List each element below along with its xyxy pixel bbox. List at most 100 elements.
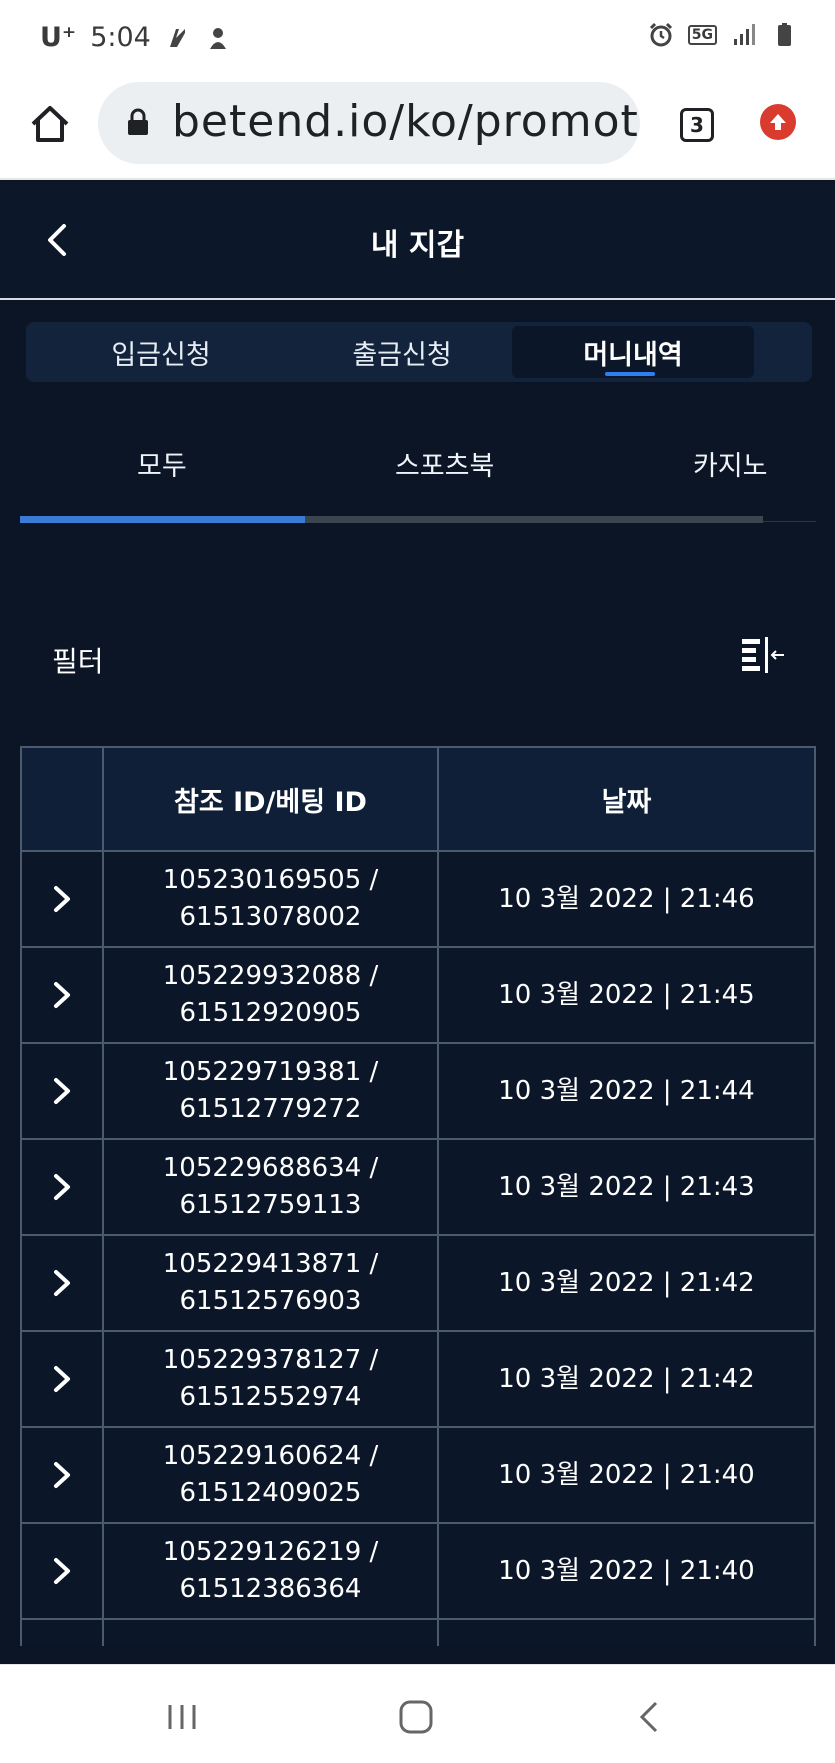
chevron-right-icon[interactable] <box>50 1076 74 1106</box>
tab-withdraw-request[interactable]: 출금신청 <box>281 326 523 378</box>
reference-id: 105229378127 / <box>162 1345 379 1375</box>
ref-id-cell: 105230169505 / 61513078002 <box>102 850 439 948</box>
table-row[interactable]: 105229160624 / 61512409025 10 3월 2022 | 21… <box>20 1426 816 1524</box>
tab-money-history[interactable]: 머니내역 <box>512 326 754 378</box>
date-cell: 10 3월 2022 | 21:43 <box>437 1138 816 1236</box>
chevron-right-icon[interactable] <box>50 1364 74 1394</box>
expand-cell[interactable] <box>20 850 104 948</box>
expand-cell[interactable] <box>20 1522 104 1620</box>
table-row[interactable]: 105229719381 / 61512779272 10 3월 2022 | 21… <box>20 1042 816 1140</box>
expand-cell[interactable] <box>20 1042 104 1140</box>
date-text: 10 3월 2022 | 21:40 <box>498 1459 755 1490</box>
back-nav-icon[interactable] <box>630 1697 670 1737</box>
ref-id-cell: 105229126219 / 61512386364 <box>102 1522 439 1620</box>
update-button[interactable] <box>760 104 796 140</box>
alarm-icon <box>649 22 672 47</box>
tab-label: 머니내역 <box>583 339 683 371</box>
page-header: 내 지갑 <box>0 182 835 300</box>
ref-id-column-header: 참조 ID/베팅 ID <box>102 746 439 852</box>
app-notification-icon <box>209 27 226 49</box>
carrier-label: U⁺ <box>40 22 77 53</box>
table-header-row: 참조 ID/베팅 ID 날짜 <box>20 746 816 852</box>
network-type-icon: 5G <box>687 25 717 45</box>
subtab-active-indicator <box>20 516 305 523</box>
date-text: 10 3월 2022 | 21:43 <box>498 1171 755 1202</box>
date-text: 10 3월 2022 | 21:42 <box>498 1267 755 1298</box>
bet-id: 61512409025 <box>179 1478 362 1508</box>
system-navigation-bar <box>0 1664 835 1763</box>
reference-id: 105229413871 / <box>162 1249 379 1279</box>
active-tab-indicator <box>605 372 655 376</box>
transaction-table-container: 참조 ID/베팅 ID 날짜 105230169505 / 61513078002… <box>20 746 816 1646</box>
reference-id: 105229688634 / <box>162 1153 379 1183</box>
tab-switcher-button[interactable]: 3 <box>680 108 714 142</box>
ref-id-cell: 105229688634 / 61512759113 <box>102 1138 439 1236</box>
table-row[interactable]: 105229413871 / 61512576903 10 3월 2022 | 21… <box>20 1234 816 1332</box>
table-row[interactable]: 105229126219 / 61512386364 10 3월 2022 | 21… <box>20 1522 816 1620</box>
chevron-right-icon[interactable] <box>50 1172 74 1202</box>
main-tab-bar: 입금신청 출금신청 머니내역 <box>26 322 812 382</box>
tab-label: 출금신청 <box>352 339 452 371</box>
table-row[interactable]: 105229932088 / 61512920905 10 3월 2022 | 21… <box>20 946 816 1044</box>
bet-id: 61512576903 <box>179 1286 362 1316</box>
expand-cell[interactable] <box>20 946 104 1044</box>
arrow-up-icon <box>770 114 786 130</box>
filter-toggle-icon[interactable] <box>740 636 786 676</box>
bet-id: 61512759113 <box>179 1190 362 1220</box>
bet-id: 61512552974 <box>179 1382 362 1412</box>
chevron-right-icon[interactable] <box>50 1460 74 1490</box>
expand-cell[interactable] <box>20 1426 104 1524</box>
expand-cell[interactable] <box>20 1234 104 1332</box>
battery-icon <box>778 23 791 46</box>
address-bar[interactable]: betend.io/ko/promot <box>98 82 640 164</box>
chevron-right-icon[interactable] <box>50 1268 74 1298</box>
ref-id-cell: 105229378127 / 61512552974 <box>102 1330 439 1428</box>
subtab-sportsbook[interactable]: 스포츠북 <box>395 444 494 483</box>
table-row[interactable]: 105230169505 / 61513078002 10 3월 2022 | 21… <box>20 850 816 948</box>
home-icon[interactable] <box>28 102 72 146</box>
chevron-right-icon[interactable] <box>50 884 74 914</box>
ref-id-cell: 105229090293 / <box>102 1618 439 1646</box>
recent-apps-icon[interactable] <box>162 1697 202 1737</box>
filter-label: 필터 <box>52 645 104 678</box>
date-cell: 10 3월 2022 | 21:45 <box>437 946 816 1044</box>
flash-notification-icon <box>169 28 185 47</box>
expand-cell[interactable] <box>20 1138 104 1236</box>
date-text: 10 3월 2022 | 21:42 <box>498 1363 755 1394</box>
ref-id-cell: 105229932088 / 61512920905 <box>102 946 439 1044</box>
table-row[interactable]: 105229090293 / <box>20 1618 816 1646</box>
subtab-all[interactable]: 모두 <box>137 444 187 483</box>
chevron-right-icon[interactable] <box>50 980 74 1010</box>
clock: 5:04 <box>90 22 151 53</box>
reference-id: 105229932088 / <box>162 961 379 991</box>
url-text: betend.io/ko/promot <box>172 96 639 147</box>
date-cell: 10 3월 2022 | 21:42 <box>437 1234 816 1332</box>
browser-toolbar: betend.io/ko/promot 3 <box>0 78 835 180</box>
signal-icon <box>734 24 755 45</box>
table-row[interactable]: 105229688634 / 61512759113 10 3월 2022 | 21… <box>20 1138 816 1236</box>
date-cell: 10 3월 2022 | 21:42 <box>437 1330 816 1428</box>
tab-deposit-request[interactable]: 입금신청 <box>40 326 282 378</box>
date-text: 10 3월 2022 | 21:40 <box>498 1555 755 1586</box>
transaction-table: 참조 ID/베팅 ID 날짜 105230169505 / 61513078002… <box>20 746 816 1646</box>
tab-count: 3 <box>690 113 704 137</box>
expand-column-header <box>20 746 104 852</box>
date-cell: 10 3월 2022 | 21:40 <box>437 1426 816 1524</box>
chevron-right-icon[interactable] <box>50 1556 74 1586</box>
bet-id: 61512920905 <box>179 998 362 1028</box>
reference-id: 105229160624 / <box>162 1441 379 1471</box>
reference-id: 105229126219 / <box>162 1537 379 1567</box>
date-text: 10 3월 2022 | 21:46 <box>498 883 755 914</box>
date-text: 10 3월 2022 | 21:45 <box>498 979 755 1010</box>
bet-id: 61512779272 <box>179 1094 362 1124</box>
date-cell: 10 3월 2022 | 21:40 <box>437 1522 816 1620</box>
home-nav-icon[interactable] <box>396 1697 436 1737</box>
table-row[interactable]: 105229378127 / 61512552974 10 3월 2022 | 21… <box>20 1330 816 1428</box>
subtab-casino[interactable]: 카지노 <box>693 444 768 483</box>
reference-id: 105230169505 / <box>162 865 379 895</box>
expand-cell[interactable] <box>20 1330 104 1428</box>
expand-cell[interactable] <box>20 1618 104 1646</box>
date-cell: 10 3월 2022 | 21:44 <box>437 1042 816 1140</box>
divider <box>763 521 816 522</box>
reference-id: 105229719381 / <box>162 1057 379 1087</box>
